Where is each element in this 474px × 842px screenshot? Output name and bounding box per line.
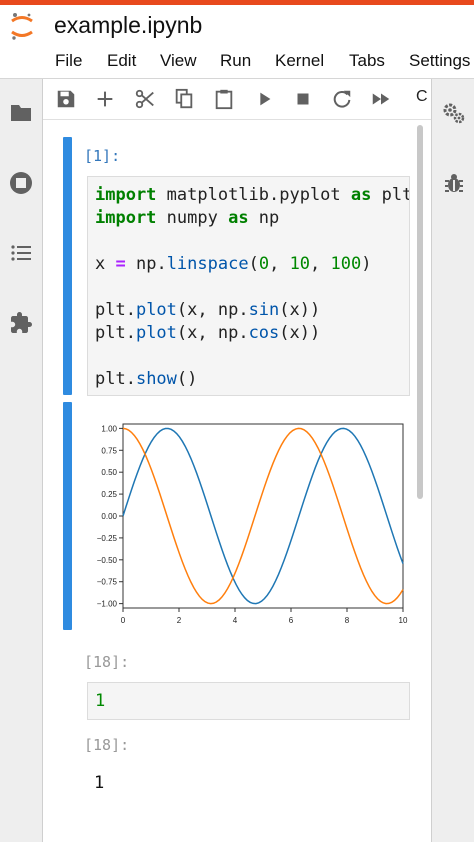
x-tick-label: 0	[121, 616, 126, 624]
input-collapser[interactable]	[63, 137, 72, 395]
stop-icon[interactable]	[292, 88, 314, 110]
paste-icon[interactable]	[213, 88, 235, 110]
x-tick-label: 6	[289, 616, 294, 624]
x-tick-label: 8	[345, 616, 350, 624]
cell-type-dropdown[interactable]: C	[416, 88, 428, 106]
y-tick-label: −0.75	[97, 578, 118, 587]
menu-tabs[interactable]: Tabs	[349, 51, 385, 71]
code-token: 10	[289, 254, 311, 274]
code-token: as	[350, 185, 372, 205]
code-token: 100	[330, 254, 362, 274]
plot-output: 0 2 4 6 8 10 1.00 0.75 0.50 0.25 0.00 −0.25 −0.50 −0.…	[87, 410, 413, 625]
menu-edit[interactable]: Edit	[107, 51, 136, 71]
menu-view[interactable]: View	[160, 51, 197, 71]
menu-bar: File Edit View Run Kernel Tabs Settings	[0, 45, 474, 79]
add-cell-icon[interactable]	[94, 88, 116, 110]
y-tick-label: −0.25	[97, 534, 118, 543]
plot-frame	[122, 423, 404, 609]
code-token: plot	[135, 323, 177, 343]
jupyter-logo-icon[interactable]	[8, 11, 36, 41]
code-line: 1	[95, 691, 106, 711]
code-editor[interactable]: import matplotlib.pyplot as plt import n…	[87, 176, 410, 396]
code-token: as	[228, 208, 249, 228]
code-line: import matplotlib.pyplot as plt	[95, 185, 410, 205]
fast-forward-icon[interactable]	[370, 88, 392, 110]
code-line: plt.show()	[95, 369, 198, 389]
x-tick-label: 4	[233, 616, 238, 624]
code-token: plot	[135, 300, 177, 320]
debugger-icon[interactable]	[442, 171, 466, 195]
list-icon[interactable]	[9, 241, 33, 265]
menu-file[interactable]: File	[55, 51, 82, 71]
menu-settings[interactable]: Settings	[409, 51, 470, 71]
code-line: import numpy as np	[95, 208, 280, 228]
code-token: 0	[258, 254, 270, 274]
title-bar: example.ipynb	[0, 5, 474, 45]
y-tick-label: −1.00	[97, 600, 118, 609]
save-icon[interactable]	[55, 88, 77, 110]
y-tick-label: 0.00	[101, 512, 117, 521]
code-token: import	[95, 208, 157, 228]
input-prompt: [1]:	[84, 147, 121, 165]
copy-icon[interactable]	[173, 88, 195, 110]
y-tick-label: 1.00	[101, 424, 117, 433]
restart-icon[interactable]	[331, 88, 353, 110]
code-token: linspace	[166, 254, 249, 274]
output-prompt: [18]:	[84, 736, 130, 754]
notebook-toolbar: C	[43, 79, 431, 120]
y-tick-label: 0.25	[101, 490, 117, 499]
folder-icon[interactable]	[9, 101, 33, 125]
code-line: x = np.linspace(0, 10, 100)	[95, 254, 372, 274]
code-editor[interactable]: 1	[87, 682, 410, 720]
property-inspector-icon[interactable]	[442, 101, 466, 125]
code-token: cos	[248, 323, 280, 343]
notebook-title[interactable]: example.ipynb	[54, 12, 202, 39]
y-tick-label: 0.50	[101, 468, 117, 477]
notebook-scrollbar[interactable]	[417, 125, 423, 499]
code-token: import	[95, 185, 157, 205]
cut-icon[interactable]	[134, 88, 156, 110]
left-sidebar	[0, 79, 43, 842]
code-line: plt.plot(x, np.sin(x))	[95, 300, 321, 320]
menu-run[interactable]: Run	[220, 51, 251, 71]
line-chart: 0 2 4 6 8 10 1.00 0.75 0.50 0.25 0.00 −0.25 −0.50 −0.…	[97, 423, 408, 625]
code-token: =	[115, 254, 126, 274]
code-token: show	[135, 369, 177, 389]
code-line: plt.plot(x, np.cos(x))	[95, 323, 321, 343]
output-collapser[interactable]	[63, 402, 72, 630]
running-icon[interactable]	[9, 171, 33, 195]
extension-icon[interactable]	[9, 311, 33, 335]
x-tick-label: 10	[399, 616, 408, 624]
y-tick-label: −0.50	[97, 556, 118, 565]
menu-kernel[interactable]: Kernel	[275, 51, 324, 71]
y-tick-label: 0.75	[101, 446, 117, 455]
input-prompt: [18]:	[84, 653, 130, 671]
run-icon[interactable]	[253, 88, 275, 110]
x-tick-label: 2	[177, 616, 182, 624]
right-sidebar	[431, 79, 474, 842]
code-token: sin	[248, 300, 280, 320]
output-text: 1	[94, 773, 105, 793]
